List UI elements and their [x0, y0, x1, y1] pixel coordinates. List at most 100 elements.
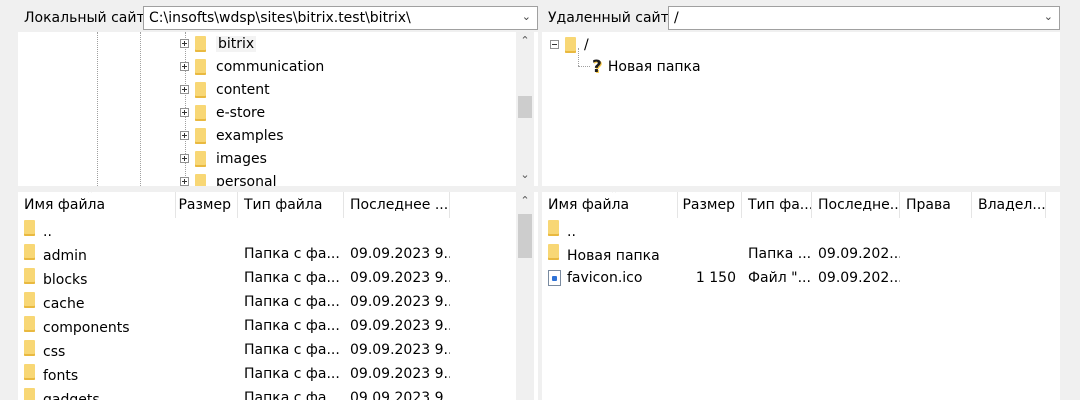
scroll-thumb[interactable] — [518, 96, 532, 118]
question-mark-icon: ? — [592, 56, 602, 77]
tree-item-examples[interactable]: examples — [180, 124, 284, 147]
local-tree-pane: bitrix communication content e-store exa… — [18, 32, 538, 186]
expand-icon[interactable] — [180, 85, 189, 94]
local-site-path-combo[interactable]: C:\insofts\wdsp\sites\bitrix.test\bitrix… — [143, 6, 538, 30]
column-header-size[interactable]: Размер — [678, 192, 742, 218]
expand-icon[interactable] — [180, 39, 189, 48]
column-header-modified[interactable]: Последне... — [812, 192, 900, 218]
remote-list-header: ⌃ Имя файла Размер Тип фа... Последне...… — [542, 192, 1060, 218]
local-tree-scrollbar[interactable]: ⌃ ⌄ — [516, 32, 534, 186]
table-row[interactable]: gadgets Папка с фа... 09.09.2023 9... — [18, 386, 538, 400]
table-row[interactable]: favicon.ico 1 150 Файл "... 09.09.202... — [542, 266, 1060, 290]
table-row[interactable]: admin Папка с фа... 09.09.2023 9... — [18, 242, 538, 266]
remote-site-bar: Удаленный сайт: — [542, 5, 674, 31]
remote-file-list: ⌃ Имя файла Размер Тип фа... Последне...… — [542, 192, 1060, 400]
scroll-up-icon[interactable]: ⌃ — [516, 32, 534, 50]
expand-icon[interactable] — [180, 154, 189, 163]
chevron-down-icon[interactable]: ⌄ — [522, 10, 531, 23]
local-site-path: C:\insofts\wdsp\sites\bitrix.test\bitrix… — [149, 10, 411, 26]
file-modified: 09.09.2023 9... — [350, 366, 450, 382]
tree-guide-line — [578, 48, 579, 66]
folder-icon — [548, 220, 559, 236]
file-icon — [548, 270, 561, 286]
column-header-label: Права — [906, 197, 951, 213]
column-header-modified[interactable]: Последнее ... — [344, 192, 450, 218]
tree-item-communication[interactable]: communication — [180, 55, 324, 78]
file-name: favicon.ico — [567, 270, 643, 286]
column-header-owner[interactable]: Владел... — [972, 192, 1046, 218]
folder-icon — [24, 268, 35, 284]
file-type: Папка с фа... — [244, 366, 340, 382]
chevron-down-icon[interactable]: ⌄ — [1044, 10, 1053, 23]
table-row[interactable]: .. — [542, 218, 1060, 242]
table-row[interactable]: blocks Папка с фа... 09.09.2023 9... — [18, 266, 538, 290]
folder-icon — [195, 58, 206, 75]
table-row[interactable]: components Папка с фа... 09.09.2023 9... — [18, 314, 538, 338]
file-name: .. — [567, 224, 576, 240]
tree-item-e-store[interactable]: e-store — [180, 101, 265, 124]
remote-site-path-combo[interactable]: / ⌄ — [668, 6, 1060, 30]
file-modified: 09.09.202... — [818, 246, 900, 262]
folder-icon — [24, 388, 35, 400]
file-type: Папка с фа... — [244, 318, 340, 334]
collapse-icon[interactable] — [550, 40, 559, 49]
file-modified: 09.09.2023 9... — [350, 390, 450, 400]
folder-icon — [195, 81, 206, 98]
expand-icon[interactable] — [180, 62, 189, 71]
file-name: admin — [43, 248, 87, 264]
column-header-type[interactable]: Тип файла — [238, 192, 344, 218]
remote-site-label: Удаленный сайт: — [548, 10, 674, 26]
folder-icon — [24, 244, 35, 260]
tree-guide-line — [578, 66, 590, 67]
file-size: 1 150 — [695, 270, 736, 286]
column-header-label: Размер — [178, 197, 231, 213]
file-modified: 09.09.2023 9... — [350, 246, 450, 262]
expand-icon[interactable] — [180, 131, 189, 140]
tree-item-label: e-store — [216, 104, 266, 121]
tree-item-root[interactable]: / — [550, 33, 589, 56]
table-row[interactable]: cache Папка с фа... 09.09.2023 9... — [18, 290, 538, 314]
expand-icon[interactable] — [180, 108, 189, 117]
expand-icon[interactable] — [180, 177, 189, 186]
column-header-label: Владел... — [978, 197, 1046, 213]
local-list-scrollbar[interactable]: ⌃ — [516, 192, 534, 400]
table-row[interactable]: Новая папка Папка ... 09.09.202... — [542, 242, 1060, 266]
tree-item-new-folder[interactable]: ? Новая папка — [592, 55, 701, 78]
table-row[interactable]: .. — [18, 218, 538, 242]
tree-guide-line — [97, 32, 98, 186]
file-name: css — [43, 344, 66, 360]
tree-item-images[interactable]: images — [180, 147, 267, 170]
tree-item-label: communication — [216, 58, 325, 75]
column-header-type[interactable]: Тип фа... — [742, 192, 812, 218]
file-type: Папка с фа... — [244, 390, 340, 400]
column-header-label: Последнее ... — [350, 197, 449, 213]
folder-icon — [24, 340, 35, 356]
column-header-permissions[interactable]: Права — [900, 192, 972, 218]
file-name: fonts — [43, 368, 79, 384]
folder-icon — [195, 104, 206, 121]
file-modified: 09.09.2023 9... — [350, 270, 450, 286]
tree-item-personal[interactable]: personal — [180, 170, 276, 186]
column-header-name[interactable]: ⌃ Имя файла — [542, 192, 678, 218]
scroll-down-icon[interactable]: ⌄ — [516, 166, 534, 184]
scroll-up-icon[interactable]: ⌃ — [516, 192, 534, 210]
column-header-label: Тип файла — [244, 197, 323, 213]
file-type: Папка ... — [748, 246, 812, 262]
tree-item-label: content — [216, 81, 270, 98]
column-header-size[interactable]: Размер — [176, 192, 238, 218]
tree-item-content[interactable]: content — [180, 78, 270, 101]
tree-item-bitrix[interactable]: bitrix — [180, 32, 257, 55]
column-header-name[interactable]: ⌃ Имя файла — [18, 192, 176, 218]
remote-site-path: / — [674, 10, 679, 26]
table-row[interactable]: css Папка с фа... 09.09.2023 9... — [18, 338, 538, 362]
scroll-thumb[interactable] — [518, 214, 532, 258]
local-site-label: Локальный сайт: — [24, 10, 150, 26]
tree-item-label: Новая папка — [607, 58, 701, 75]
table-row[interactable]: fonts Папка с фа... 09.09.2023 9... — [18, 362, 538, 386]
file-name: .. — [43, 224, 52, 240]
folder-icon — [195, 150, 206, 167]
folder-icon — [24, 364, 35, 380]
tree-item-label: examples — [216, 127, 284, 144]
remote-tree-pane: / ? Новая папка — [542, 32, 1060, 186]
file-type: Папка с фа... — [244, 270, 340, 286]
